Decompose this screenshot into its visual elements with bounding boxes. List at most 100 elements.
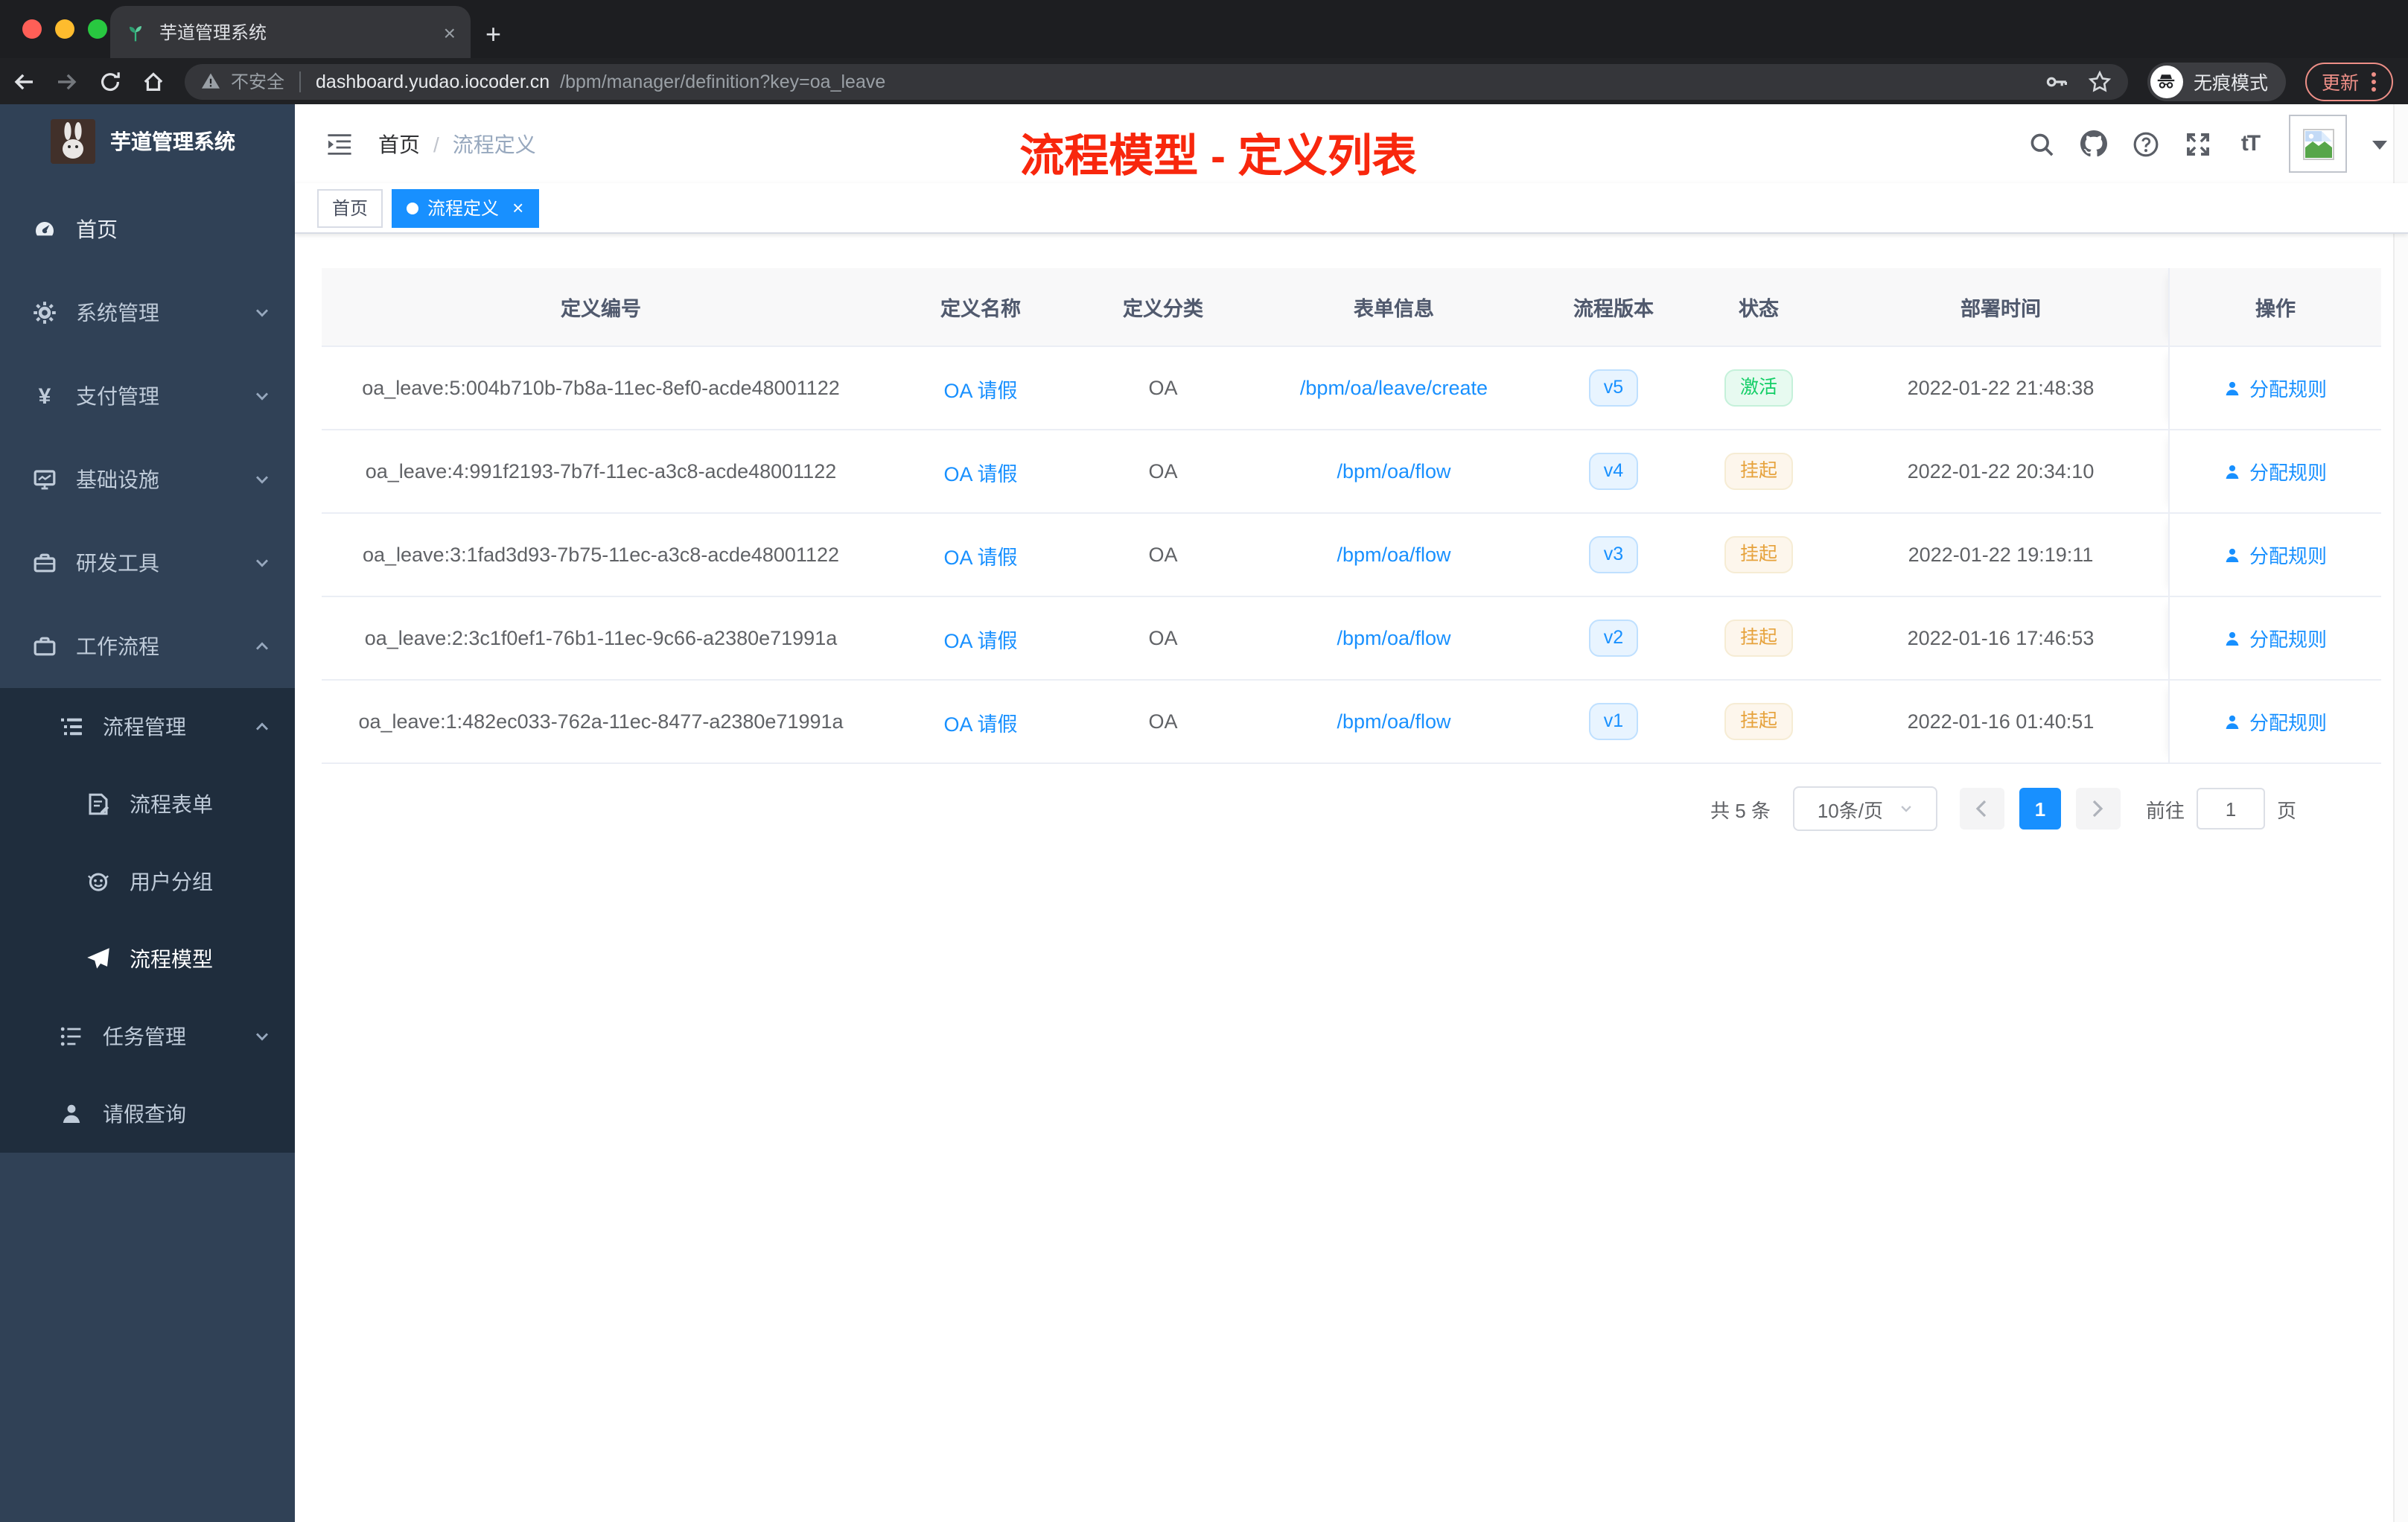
form-icon — [86, 792, 110, 816]
next-page-button[interactable] — [2075, 788, 2121, 830]
chevron-down-icon — [253, 1028, 271, 1045]
definition-table: 定义编号 定义名称 定义分类 表单信息 流程版本 状态 部署时间 操作 oa_l… — [322, 268, 2381, 764]
version-badge: v5 — [1588, 369, 1639, 407]
password-key-icon[interactable] — [2045, 69, 2068, 93]
tab-close-icon[interactable]: × — [444, 22, 456, 42]
github-icon[interactable] — [2080, 130, 2107, 157]
main-area: 流程模型 - 定义列表 首页 / 流程定义 tT 首页 流程定义 × 定义编号 … — [295, 104, 2408, 1522]
cell-deploy-time: 2022-01-22 20:34:10 — [1907, 460, 2095, 483]
tag-home[interactable]: 首页 — [317, 188, 383, 227]
form-info-link[interactable]: /bpm/oa/flow — [1337, 460, 1450, 483]
status-badge: 激活 — [1724, 369, 1792, 407]
kebab-menu-icon[interactable] — [2371, 71, 2377, 92]
sidebar-item-payment[interactable]: ¥ 支付管理 — [0, 354, 295, 438]
fullscreen-icon[interactable] — [2185, 130, 2211, 157]
assign-rule-link[interactable]: 分配规则 — [2224, 374, 2327, 402]
definition-name-link[interactable]: OA 请假 — [943, 623, 1017, 653]
update-button[interactable]: 更新 — [2305, 62, 2393, 101]
assign-rule-link[interactable]: 分配规则 — [2224, 541, 2327, 569]
reload-icon[interactable] — [98, 69, 122, 93]
definition-name-link[interactable]: OA 请假 — [943, 707, 1017, 736]
chevron-up-icon — [253, 637, 271, 655]
traffic-light-close[interactable] — [22, 19, 42, 39]
form-info-link[interactable]: /bpm/oa/leave/create — [1300, 377, 1488, 399]
assign-rule-link[interactable]: 分配规则 — [2224, 707, 2327, 736]
update-label: 更新 — [2321, 73, 2359, 94]
app-logo[interactable]: 芋道管理系统 — [0, 104, 295, 179]
security-label[interactable]: 不安全 — [231, 69, 284, 94]
breadcrumb-current: 流程定义 — [452, 132, 536, 156]
tag-label: 首页 — [332, 198, 369, 219]
definition-name-link[interactable]: OA 请假 — [943, 456, 1017, 486]
gear-icon — [33, 301, 57, 325]
sidebar-toggle-hamburger-icon[interactable] — [325, 129, 354, 159]
sidebar-item-system[interactable]: 系统管理 — [0, 271, 295, 354]
goto-page-input[interactable] — [2196, 788, 2265, 830]
paper-plane-icon — [86, 947, 110, 971]
chevron-down-icon — [253, 304, 271, 322]
cell-deploy-time: 2022-01-22 19:19:11 — [1908, 544, 2094, 566]
assign-rule-link[interactable]: 分配规则 — [2224, 457, 2327, 485]
avatar[interactable] — [2289, 115, 2347, 173]
page-size-value: 10条/页 — [1817, 799, 1883, 821]
font-size-icon[interactable]: tT — [2237, 130, 2264, 157]
status-badge: 挂起 — [1724, 452, 1792, 491]
sidebar-menu: 首页 系统管理 ¥ 支付管理 基础设施 研发工具 工作流程 流程管理 流程表单 … — [0, 188, 295, 1153]
bookmark-star-icon[interactable] — [2088, 69, 2112, 93]
definition-name-link[interactable]: OA 请假 — [943, 540, 1017, 570]
navbar: 首页 / 流程定义 tT — [295, 104, 2408, 183]
sidebar-item-label: 流程模型 — [130, 947, 213, 971]
sidebar-item-label: 研发工具 — [76, 551, 159, 575]
sidebar-item-user-group[interactable]: 用户分组 — [0, 843, 295, 920]
browser-tab[interactable]: 芋道管理系统 × — [110, 6, 471, 58]
new-tab-button[interactable]: + — [485, 21, 501, 48]
sidebar-item-workflow[interactable]: 工作流程 — [0, 605, 295, 688]
sidebar-item-process-form[interactable]: 流程表单 — [0, 765, 295, 843]
cell-category: OA — [1148, 627, 1178, 649]
browser-window: 芋道管理系统 × + 不安全 dashboard.yudao.iocoder.c… — [0, 0, 2408, 1522]
column-header-actions: 操作 — [2168, 268, 2381, 346]
back-icon[interactable] — [12, 69, 36, 93]
home-icon[interactable] — [141, 69, 165, 93]
sidebar-item-task-management[interactable]: 任务管理 — [0, 998, 295, 1075]
table-row: oa_leave:3:1fad3d93-7b75-11ec-a3c8-acde4… — [322, 514, 2381, 597]
tag-process-definition[interactable]: 流程定义 × — [392, 188, 539, 227]
yen-icon: ¥ — [38, 383, 51, 409]
help-icon[interactable] — [2133, 130, 2159, 157]
sidebar-item-devtools[interactable]: 研发工具 — [0, 521, 295, 605]
avatar-dropdown-caret-icon[interactable] — [2372, 138, 2387, 150]
prev-page-button[interactable] — [1959, 788, 2004, 830]
sidebar-item-infrastructure[interactable]: 基础设施 — [0, 438, 295, 521]
current-page-button[interactable]: 1 — [2019, 788, 2061, 830]
cell-category: OA — [1148, 710, 1178, 733]
page-size-select[interactable]: 10条/页 — [1792, 786, 1937, 831]
assign-rule-link[interactable]: 分配规则 — [2224, 624, 2327, 652]
breadcrumb-home[interactable]: 首页 — [378, 129, 420, 159]
cell-deploy-time: 2022-01-22 21:48:38 — [1907, 377, 2095, 399]
form-info-link[interactable]: /bpm/oa/flow — [1337, 544, 1450, 566]
forward-icon[interactable] — [55, 69, 79, 93]
sidebar-item-leave-query[interactable]: 请假查询 — [0, 1075, 295, 1153]
form-info-link[interactable]: /bpm/oa/flow — [1337, 627, 1450, 649]
page-scrollbar[interactable] — [2393, 104, 2408, 1522]
sidebar-item-process-management[interactable]: 流程管理 — [0, 688, 295, 765]
sidebar-item-label: 任务管理 — [103, 1025, 186, 1048]
user-icon — [2226, 547, 2240, 561]
definition-name-link[interactable]: OA 请假 — [943, 373, 1017, 403]
traffic-light-minimize[interactable] — [55, 19, 74, 39]
search-icon[interactable] — [2028, 130, 2055, 157]
chevron-down-icon — [253, 554, 271, 572]
monitor-icon — [33, 468, 57, 491]
form-info-link[interactable]: /bpm/oa/flow — [1337, 710, 1450, 733]
cell-definition-id: oa_leave:5:004b710b-7b8a-11ec-8ef0-acde4… — [362, 377, 840, 399]
traffic-light-zoom[interactable] — [88, 19, 107, 39]
sidebar-item-process-model[interactable]: 流程模型 — [0, 920, 295, 998]
url-bar[interactable]: 不安全 dashboard.yudao.iocoder.cn/bpm/manag… — [185, 63, 2128, 99]
logo-rabbit-avatar — [51, 119, 95, 164]
column-header-status: 状态 — [1739, 298, 1779, 320]
tag-close-icon[interactable]: × — [512, 198, 523, 217]
url-path: /bpm/manager/definition?key=oa_leave — [560, 71, 886, 92]
cell-definition-id: oa_leave:4:991f2193-7b7f-11ec-a3c8-acde4… — [365, 460, 837, 483]
table-header-row: 定义编号 定义名称 定义分类 表单信息 流程版本 状态 部署时间 操作 — [322, 268, 2381, 347]
sidebar-item-home[interactable]: 首页 — [0, 188, 295, 271]
